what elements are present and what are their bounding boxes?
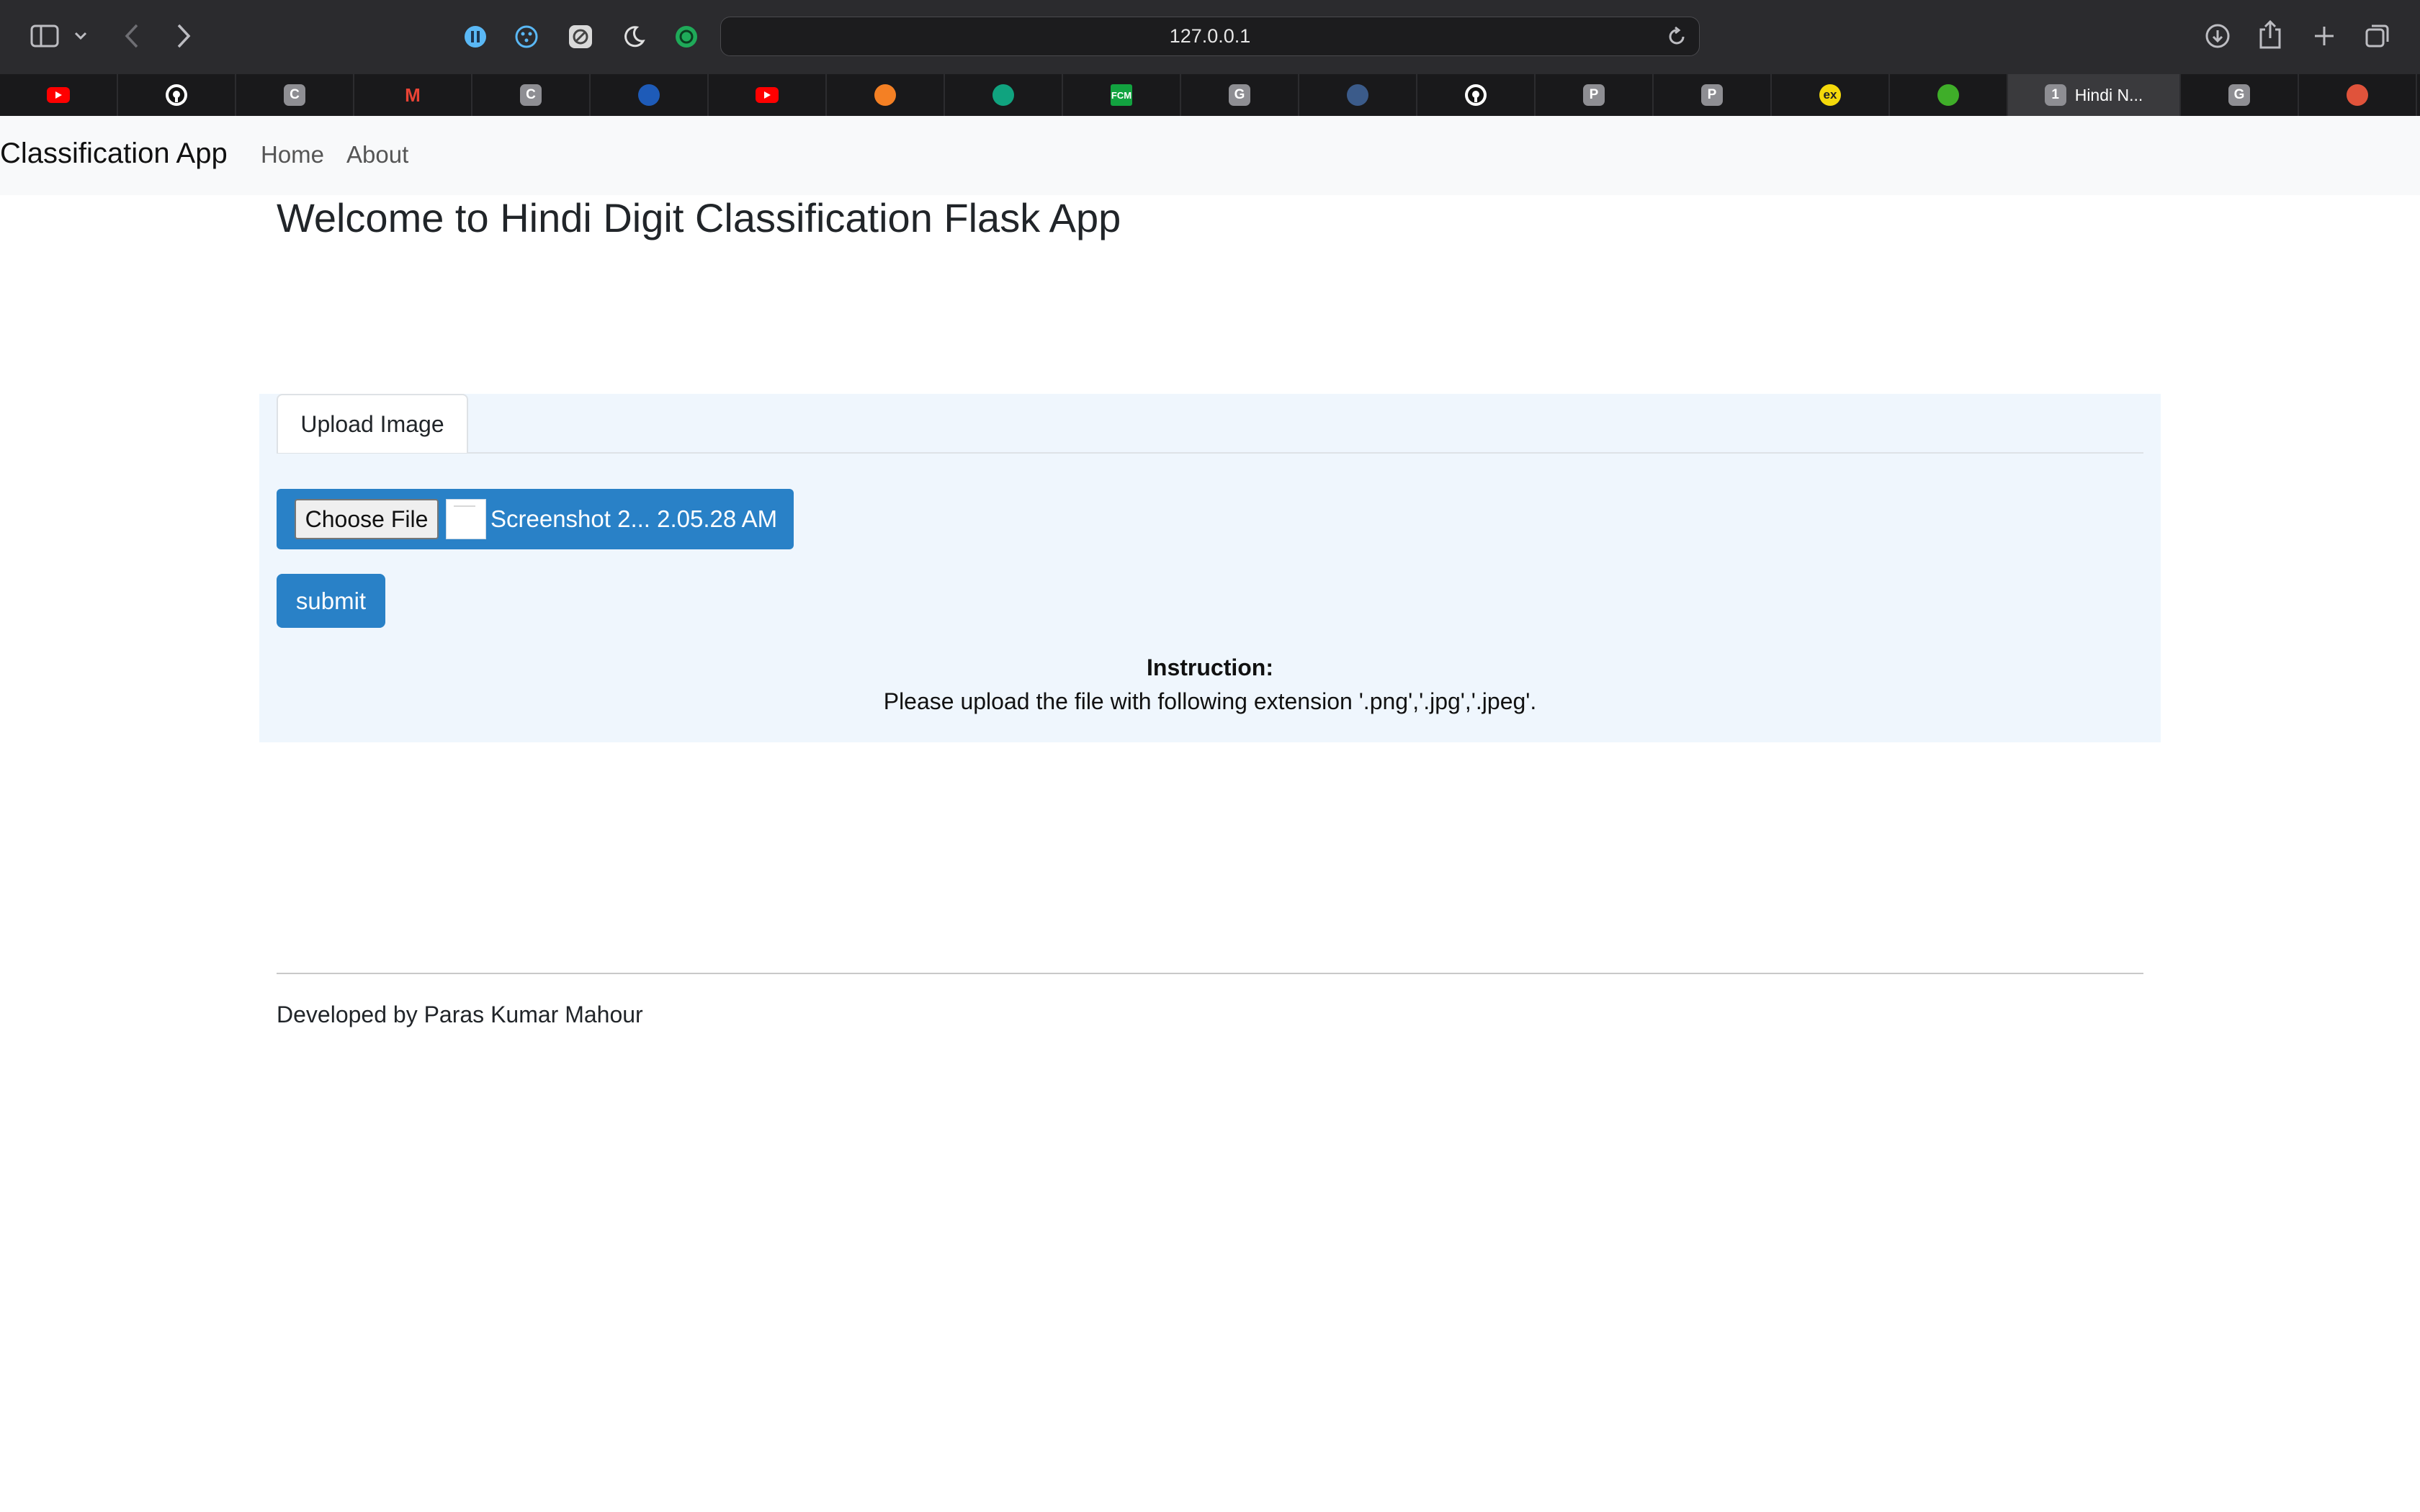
url-text: 127.0.0.1 [1169, 25, 1251, 47]
app-navbar: Classification App Home About [0, 116, 2420, 195]
letter-favicon-icon: C [284, 84, 305, 106]
browser-tab[interactable] [709, 74, 827, 116]
file-input[interactable]: Choose File Screenshot 2... 2.05.28 AM [277, 489, 794, 549]
github-icon [1465, 84, 1487, 106]
selected-file-name: Screenshot 2... 2.05.28 AM [490, 505, 778, 532]
browser-tab[interactable] [945, 74, 1063, 116]
tab-title: Hindi N... [2074, 85, 2143, 104]
browser-tab[interactable] [1299, 74, 1417, 116]
file-thumbnail [446, 499, 486, 539]
browser-tab[interactable] [2299, 74, 2417, 116]
youtube-icon [756, 87, 779, 103]
letter-favicon-icon: G [2228, 84, 2250, 106]
browser-tab[interactable] [118, 74, 236, 116]
github-icon [166, 84, 187, 106]
browser-tab[interactable]: C [236, 74, 354, 116]
chatgpt-icon [992, 84, 1014, 106]
reload-icon[interactable] [1666, 26, 1688, 53]
sidebar-toggle-icon[interactable] [29, 23, 60, 49]
fcm-favicon-icon: FCM [1111, 84, 1132, 106]
terminal-favicon-icon [1347, 84, 1368, 106]
downloads-icon[interactable] [2204, 22, 2231, 50]
footer-credit: Developed by Paras Kumar Mahour [277, 1002, 643, 1027]
browser-tab[interactable] [1417, 74, 1536, 116]
instruction-heading: Instruction: [1147, 654, 1273, 680]
upload-panel: Upload Image Choose File Screenshot 2...… [259, 394, 2161, 742]
green-favicon-icon [1937, 84, 1959, 106]
dots-extension-icon[interactable] [514, 24, 539, 50]
youtube-icon [47, 87, 70, 103]
browser-tab[interactable] [0, 74, 118, 116]
letter-favicon-icon: G [1229, 84, 1250, 106]
dark-mode-moon-icon[interactable] [621, 24, 647, 50]
ex-favicon-icon: ex [1819, 84, 1841, 106]
page-title: Welcome to Hindi Digit Classification Fl… [277, 195, 1121, 240]
blue-circle-favicon-icon [638, 84, 660, 106]
tabs-divider [277, 452, 2143, 454]
pause-extension-icon[interactable] [462, 24, 488, 50]
browser-tab[interactable]: FCM [1063, 74, 1181, 116]
browser-tab[interactable]: 1 Hindi N... [2008, 74, 2181, 116]
browser-tab[interactable]: P [1654, 74, 1772, 116]
nav-link-about[interactable]: About [346, 141, 408, 168]
footer-divider [277, 973, 2143, 974]
tab-overview-icon[interactable] [2364, 22, 2391, 50]
blocker-extension-icon[interactable] [568, 24, 593, 50]
letter-favicon-icon: 1 [2044, 84, 2066, 106]
letter-favicon-icon: P [1583, 84, 1605, 106]
browser-tab[interactable]: M [354, 74, 472, 116]
browser-tab[interactable] [591, 74, 709, 116]
browser-tab[interactable]: G [1181, 74, 1299, 116]
green-extension-icon[interactable] [673, 24, 699, 50]
colorful-favicon-icon [2347, 84, 2368, 106]
browser-tab-bar: C M C FCM G P Pex 1 Hindi N... G [0, 74, 2420, 116]
browser-tab[interactable]: G [2181, 74, 2299, 116]
forward-icon[interactable] [173, 22, 194, 50]
choose-file-button[interactable]: Choose File [295, 499, 439, 539]
back-icon[interactable] [121, 22, 143, 50]
browser-tab[interactable] [1890, 74, 2008, 116]
chevron-down-icon[interactable] [72, 27, 89, 45]
address-bar[interactable]: 127.0.0.1 [720, 17, 1700, 56]
navbar-brand[interactable]: Classification App [0, 138, 228, 170]
browser-tab[interactable] [827, 74, 945, 116]
letter-favicon-icon: P [1701, 84, 1723, 106]
gmail-icon: M [405, 84, 421, 106]
instruction-text: Please upload the file with following ex… [883, 688, 1537, 714]
browser-tab[interactable]: P [1536, 74, 1654, 116]
submit-button[interactable]: submit [277, 574, 385, 628]
share-icon[interactable] [2257, 19, 2283, 50]
letter-favicon-icon: C [520, 84, 542, 106]
tab-upload-image[interactable]: Upload Image [277, 394, 468, 453]
stackoverflow-icon [874, 84, 896, 106]
browser-tab[interactable]: C [472, 74, 591, 116]
browser-tab[interactable]: ex [1772, 74, 1890, 116]
new-tab-plus-icon[interactable] [2311, 22, 2338, 50]
nav-link-home[interactable]: Home [261, 141, 324, 168]
browser-toolbar: 127.0.0.1 [0, 0, 2420, 75]
